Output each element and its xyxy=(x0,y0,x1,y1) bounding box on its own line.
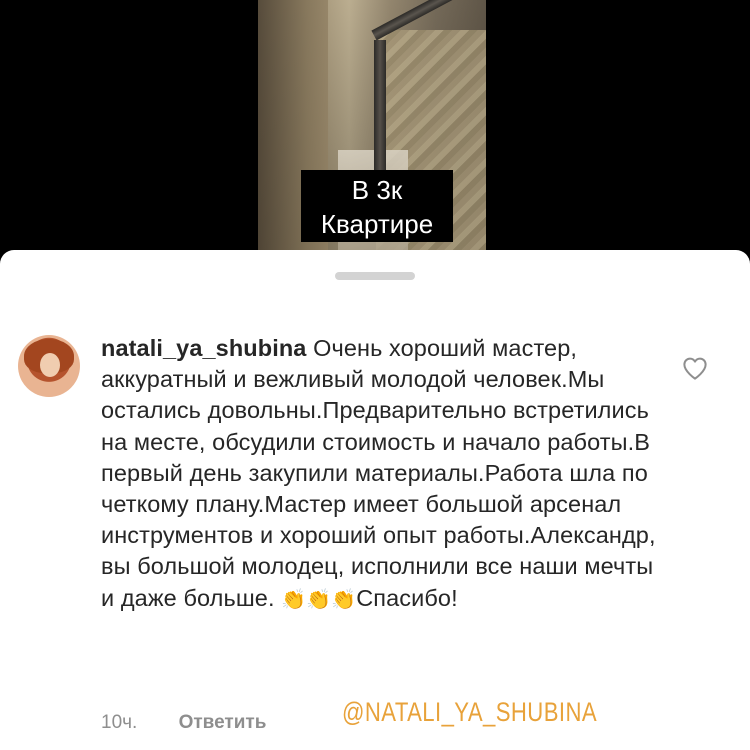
comment-body: natali_ya_shubina Очень хороший мастер, … xyxy=(101,333,661,616)
heart-outline-icon[interactable] xyxy=(680,353,710,383)
avatar[interactable] xyxy=(18,335,80,397)
comment-text: Очень хороший мастер, аккуратный и вежли… xyxy=(101,335,656,611)
video-caption-line2: Квартире xyxy=(320,209,434,239)
video-caption-line1: В 3к xyxy=(351,175,403,205)
video-caption: В 3к Квартире xyxy=(301,170,453,242)
watermark-username: @NATALI_YA_SHUBINA xyxy=(342,697,598,727)
sheet-drag-handle[interactable] xyxy=(335,272,415,280)
video-pipe-vertical xyxy=(374,40,386,180)
clapping-hands-emoji: 👏👏👏 xyxy=(281,588,357,611)
comment-text-thanks: Спасибо! xyxy=(356,584,458,611)
comment-username[interactable]: natali_ya_shubina xyxy=(101,335,306,361)
comment-meta: 10ч. Ответить xyxy=(101,712,266,734)
avatar-face xyxy=(40,353,60,377)
comment-time: 10ч. xyxy=(101,712,138,733)
comments-sheet: natali_ya_shubina Очень хороший мастер, … xyxy=(0,250,750,750)
reply-button[interactable]: Ответить xyxy=(179,712,267,733)
story-comments-screen: В 3к Квартире natali_ya_shubina Очень хо… xyxy=(0,0,750,750)
